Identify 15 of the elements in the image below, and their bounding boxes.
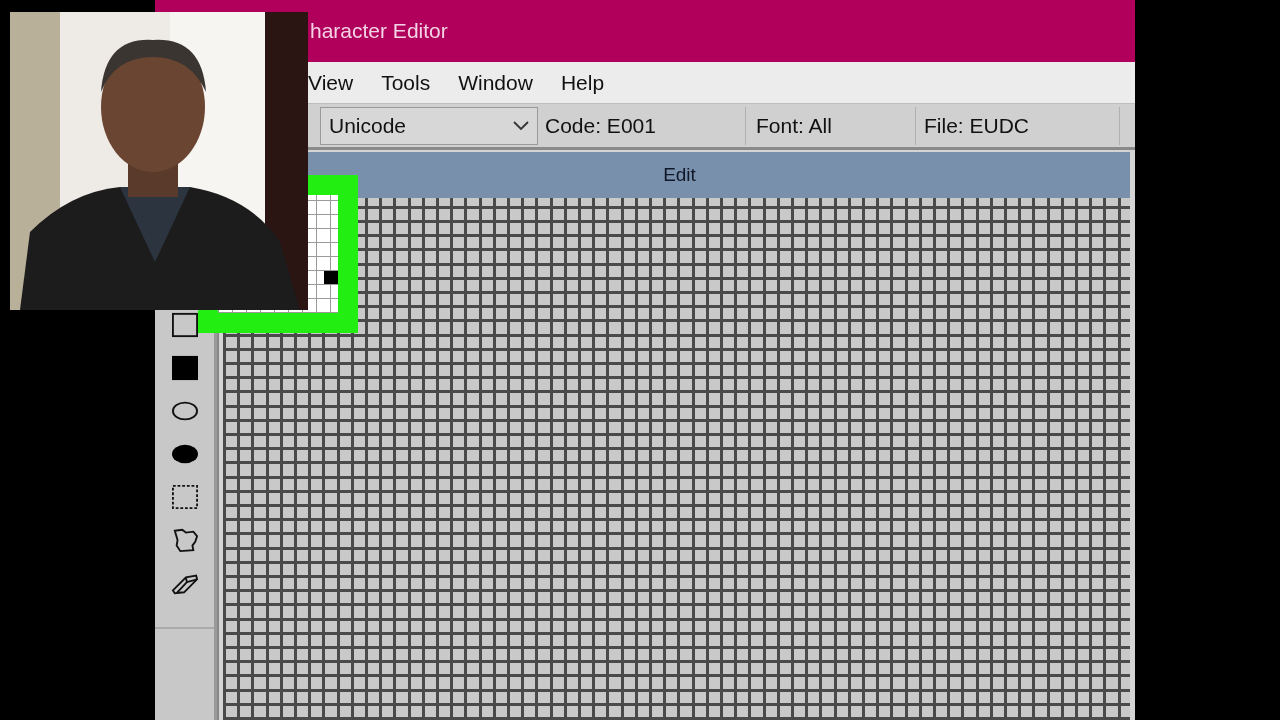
- font-label: Font: All: [746, 106, 916, 145]
- code-label: Code: E001: [538, 106, 746, 145]
- menu-item[interactable]: Window: [458, 66, 533, 99]
- window-title: haracter Editor: [310, 18, 448, 45]
- rectangle-icon[interactable]: [170, 312, 199, 338]
- panel-title: Edit: [662, 162, 696, 187]
- menu-item[interactable]: Tools: [381, 66, 431, 99]
- caret-icon: [513, 120, 529, 131]
- menu-item[interactable]: View: [308, 66, 354, 99]
- code-set-dropdown[interactable]: Unicode: [320, 106, 538, 145]
- rectangle-select-icon[interactable]: [170, 484, 199, 510]
- filled-rectangle-icon[interactable]: [170, 355, 199, 381]
- menu-item[interactable]: Help: [560, 66, 605, 99]
- pixel: [324, 271, 338, 284]
- file-label: File: EUDC: [916, 106, 1120, 145]
